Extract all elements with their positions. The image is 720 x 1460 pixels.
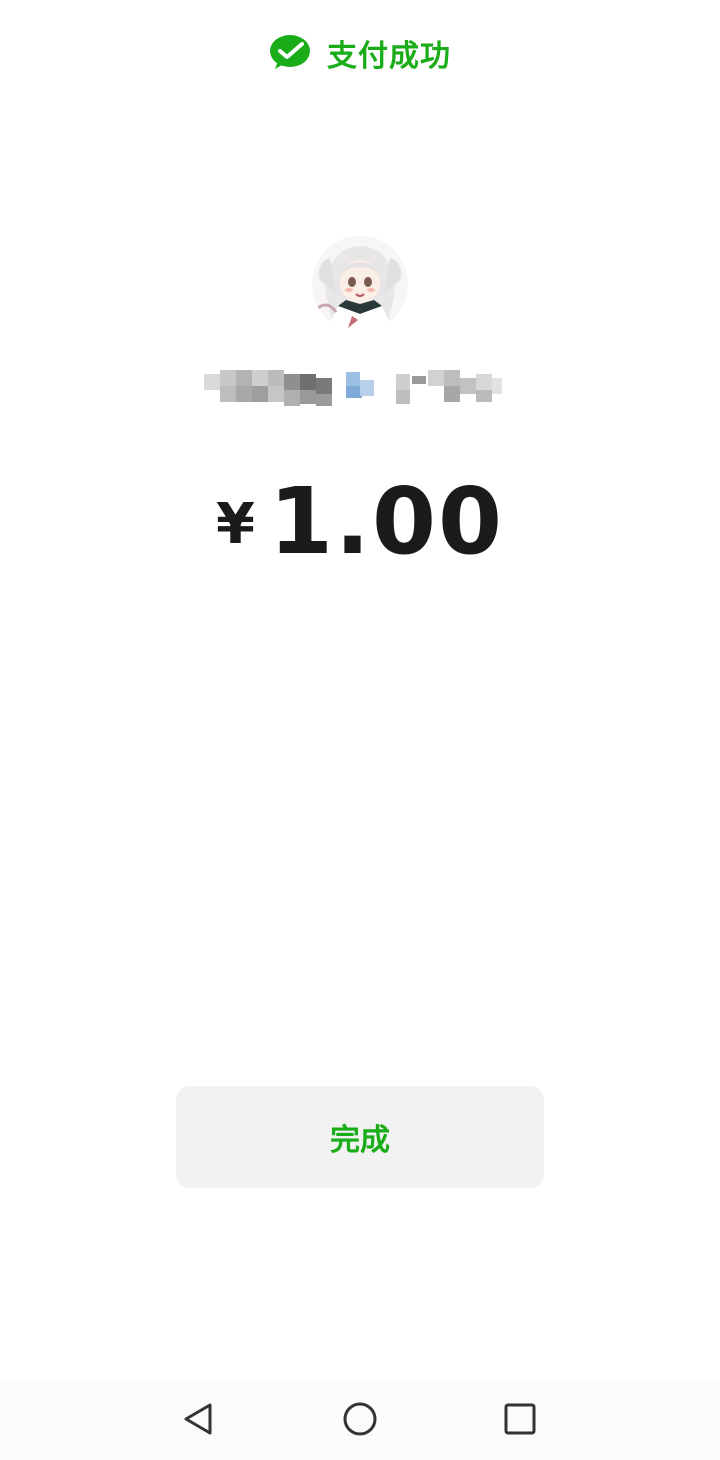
done-button-label: 完成 (330, 1123, 390, 1158)
home-circle-icon (343, 1402, 377, 1436)
back-button[interactable] (178, 1398, 222, 1442)
anime-avatar-image (312, 236, 408, 332)
payee-name-obscured (200, 356, 520, 414)
wechat-pay-check-icon (270, 35, 310, 69)
pixelated-payee-name (204, 370, 502, 406)
back-triangle-icon (184, 1403, 212, 1435)
page-title: 支付成功 (327, 39, 451, 74)
system-navigation-bar (0, 1380, 720, 1460)
home-button[interactable] (338, 1398, 382, 1442)
recents-square-icon (504, 1403, 536, 1435)
payment-amount: ¥ 1.00 (0, 468, 720, 575)
payment-success-header: 支付成功 (0, 30, 720, 76)
amount-value: 1.00 (268, 468, 504, 575)
currency-symbol: ¥ (216, 492, 255, 557)
done-button[interactable]: 完成 (176, 1086, 544, 1188)
recents-button[interactable] (498, 1398, 542, 1442)
payee-avatar (312, 236, 408, 332)
